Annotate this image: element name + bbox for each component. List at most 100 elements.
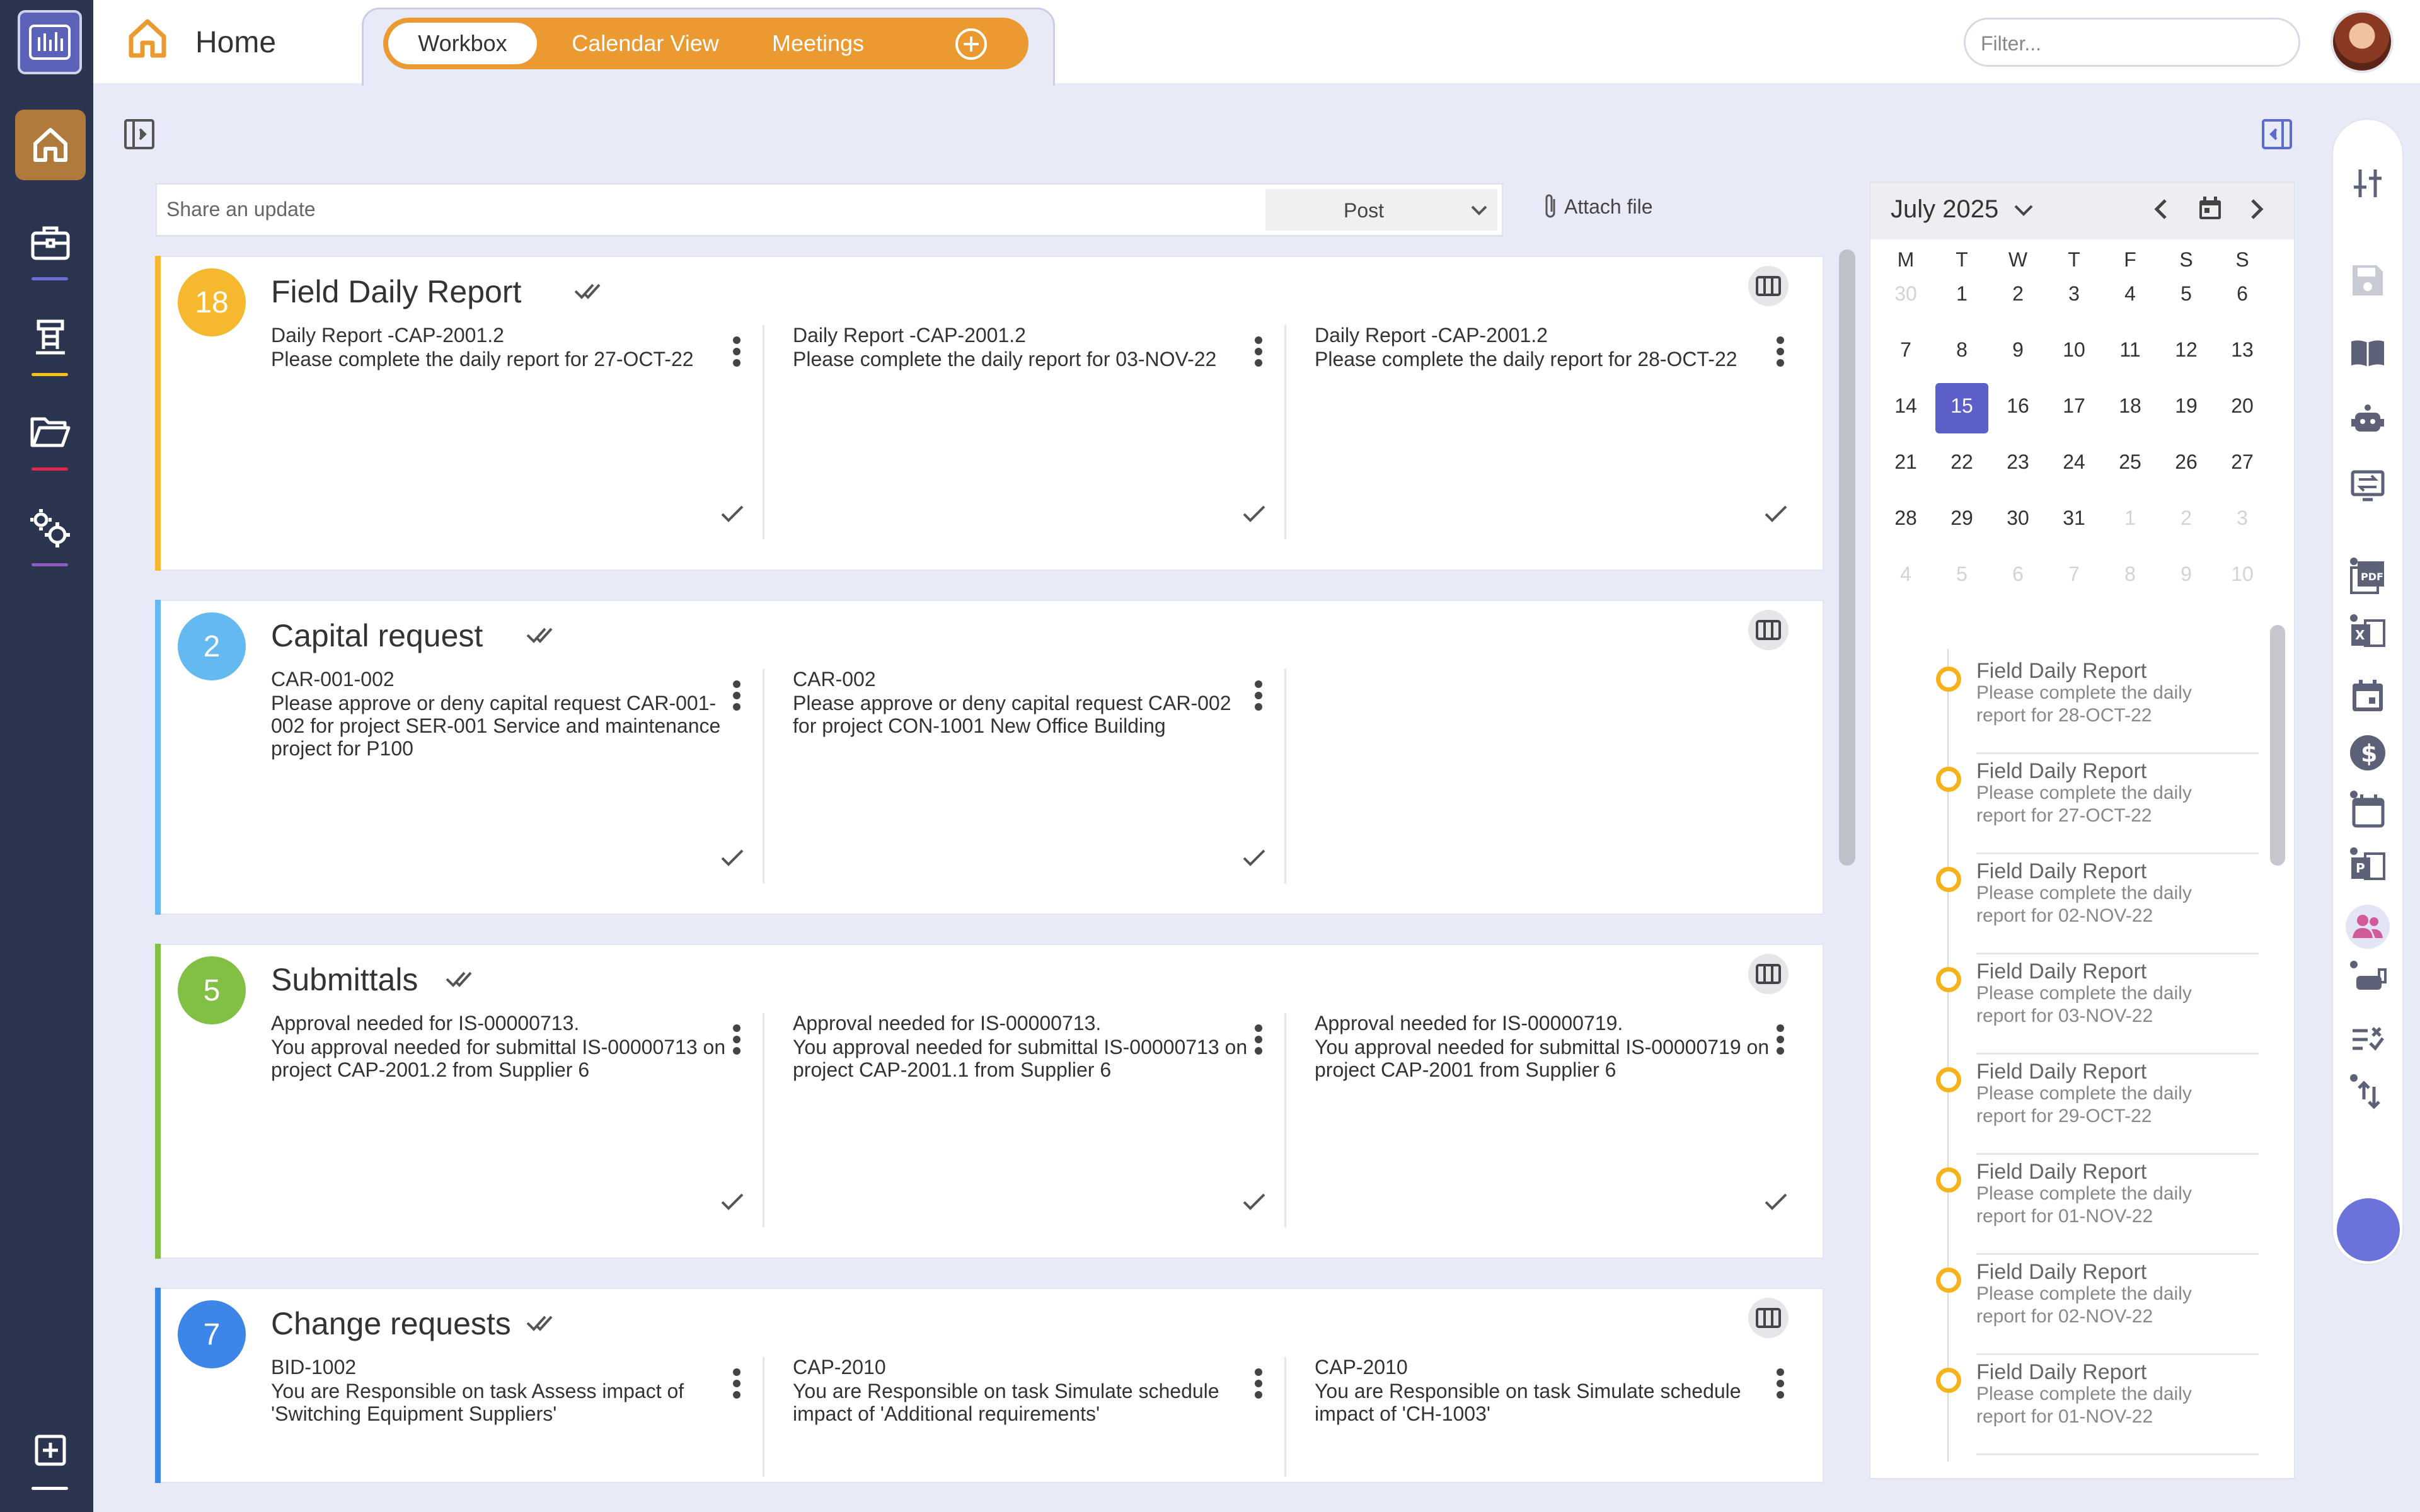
- schedule-tool[interactable]: [2346, 674, 2390, 718]
- nav-projects[interactable]: [15, 208, 86, 278]
- calendar-day[interactable]: 23: [1999, 450, 2037, 474]
- calendar-day[interactable]: 29: [1943, 507, 1981, 530]
- save-tool[interactable]: [2346, 258, 2390, 302]
- card-title[interactable]: Field Daily Report: [271, 273, 521, 310]
- add-tab-button[interactable]: [954, 27, 988, 61]
- calendar-day[interactable]: 26: [2167, 450, 2205, 474]
- card-title[interactable]: Change requests: [271, 1305, 511, 1342]
- timeline-item-title[interactable]: Field Daily Report: [1976, 1360, 2146, 1385]
- columns-icon[interactable]: [1748, 954, 1789, 994]
- toggle-left-panel-button[interactable]: [124, 118, 155, 150]
- task-item-title[interactable]: Approval needed for IS-00000713.: [793, 1012, 1101, 1035]
- calendar-day[interactable]: 4: [1887, 563, 1925, 586]
- complete-check-icon[interactable]: [1763, 1192, 1789, 1212]
- calendar-day[interactable]: 8: [2111, 563, 2149, 586]
- calendar-day[interactable]: 6: [2223, 282, 2261, 306]
- calendar-day[interactable]: 8: [1943, 338, 1981, 362]
- calendar-day[interactable]: 9: [2167, 563, 2205, 586]
- calendar-day[interactable]: 24: [2055, 450, 2093, 474]
- calendar-day[interactable]: 2: [1999, 282, 2037, 306]
- transfer-tool[interactable]: [2346, 464, 2390, 508]
- tab-workbox[interactable]: Workbox: [388, 23, 537, 64]
- calendar-day[interactable]: 17: [2055, 394, 2093, 418]
- calendar-day[interactable]: 22: [1943, 450, 1981, 474]
- complete-check-icon[interactable]: [1242, 504, 1267, 524]
- task-item-title[interactable]: CAP-2010: [1315, 1356, 1408, 1379]
- more-options-icon[interactable]: [1254, 1368, 1263, 1402]
- timeline-item-title[interactable]: Field Daily Report: [1976, 1160, 2146, 1184]
- tab-calendar-view[interactable]: Calendar View: [557, 23, 734, 64]
- adjust-tool[interactable]: [2346, 161, 2390, 205]
- calendar-day[interactable]: 5: [2167, 282, 2205, 306]
- calendar-day[interactable]: 7: [1887, 338, 1925, 362]
- complete-check-icon[interactable]: [720, 1192, 745, 1212]
- add-widget-button[interactable]: [15, 1419, 86, 1482]
- attach-file-button[interactable]: Attach file: [1543, 193, 1653, 220]
- calendar-day[interactable]: 21: [1887, 450, 1925, 474]
- more-options-icon[interactable]: [1776, 336, 1785, 370]
- next-month-button[interactable]: [2247, 197, 2266, 222]
- calendar-day[interactable]: 5: [1943, 563, 1981, 586]
- double-check-icon[interactable]: [526, 1313, 559, 1333]
- timeline-item-title[interactable]: Field Daily Report: [1976, 1260, 2146, 1285]
- task-item-title[interactable]: Approval needed for IS-00000719.: [1315, 1012, 1623, 1035]
- tab-meetings[interactable]: Meetings: [749, 23, 887, 64]
- task-item-title[interactable]: CAR-001-002: [271, 668, 395, 691]
- excel-export-tool[interactable]: X: [2346, 611, 2390, 655]
- calendar-day[interactable]: 30: [1887, 282, 1925, 306]
- home-icon[interactable]: [126, 16, 169, 60]
- calendar-day[interactable]: 7: [2055, 563, 2093, 586]
- calendar-day[interactable]: 1: [2111, 507, 2149, 530]
- checklist-tool[interactable]: [2346, 1018, 2390, 1062]
- task-item-title[interactable]: BID-1002: [271, 1356, 356, 1379]
- timeline-item-title[interactable]: Field Daily Report: [1976, 759, 2146, 784]
- complete-check-icon[interactable]: [1242, 848, 1267, 868]
- complete-check-icon[interactable]: [1242, 1192, 1267, 1212]
- app-logo[interactable]: [18, 10, 82, 74]
- calendar-day[interactable]: 10: [2055, 338, 2093, 362]
- calendar-export-tool[interactable]: [2346, 788, 2390, 832]
- calendar-day[interactable]: 25: [2111, 450, 2149, 474]
- more-options-icon[interactable]: [1254, 680, 1263, 714]
- nav-resources[interactable]: [15, 302, 86, 373]
- toggle-right-panel-button[interactable]: [2261, 118, 2293, 150]
- calendar-day[interactable]: 4: [2111, 282, 2149, 306]
- more-options-icon[interactable]: [732, 1368, 741, 1402]
- calendar-day[interactable]: 12: [2167, 338, 2205, 362]
- columns-icon[interactable]: [1748, 266, 1789, 306]
- more-options-icon[interactable]: [1254, 336, 1263, 370]
- timeline-item-title[interactable]: Field Daily Report: [1976, 1060, 2146, 1084]
- timeline-item-title[interactable]: Field Daily Report: [1976, 859, 2146, 884]
- more-options-icon[interactable]: [732, 1024, 741, 1058]
- calendar-scrollbar[interactable]: [2270, 625, 2285, 866]
- pdf-export-tool[interactable]: PDF: [2346, 554, 2390, 598]
- double-check-icon[interactable]: [446, 969, 478, 989]
- calendar-day[interactable]: 11: [2111, 338, 2149, 362]
- complete-check-icon[interactable]: [720, 504, 745, 524]
- nav-settings[interactable]: [15, 493, 86, 563]
- floating-action-button[interactable]: [2337, 1198, 2400, 1261]
- guide-tool[interactable]: [2346, 331, 2390, 375]
- calendar-day[interactable]: 27: [2223, 450, 2261, 474]
- timeline-item-title[interactable]: Field Daily Report: [1976, 959, 2146, 984]
- double-check-icon[interactable]: [526, 625, 559, 645]
- double-check-icon[interactable]: [574, 281, 607, 301]
- task-item-title[interactable]: Daily Report -CAP-2001.2: [271, 324, 504, 347]
- filter-input[interactable]: Filter...: [1964, 18, 2300, 67]
- task-item-title[interactable]: Daily Report -CAP-2001.2: [793, 324, 1026, 347]
- more-options-icon[interactable]: [1776, 1024, 1785, 1058]
- calendar-day[interactable]: 13: [2223, 338, 2261, 362]
- sort-tool[interactable]: [2346, 1071, 2390, 1115]
- task-item-title[interactable]: Approval needed for IS-00000713.: [271, 1012, 579, 1035]
- columns-icon[interactable]: [1748, 610, 1789, 650]
- complete-check-icon[interactable]: [720, 848, 745, 868]
- project-export-tool[interactable]: P: [2346, 844, 2390, 888]
- calendar-day[interactable]: 20: [2223, 394, 2261, 418]
- workbox-scrollbar[interactable]: [1839, 249, 1855, 866]
- calendar-day[interactable]: 16: [1999, 394, 2037, 418]
- prev-month-button[interactable]: [2152, 197, 2170, 222]
- calendar-day[interactable]: 30: [1999, 507, 2037, 530]
- more-options-icon[interactable]: [1254, 1024, 1263, 1058]
- timeline-item-title[interactable]: Field Daily Report: [1976, 659, 2146, 684]
- month-selector[interactable]: July 2025: [1891, 195, 2034, 224]
